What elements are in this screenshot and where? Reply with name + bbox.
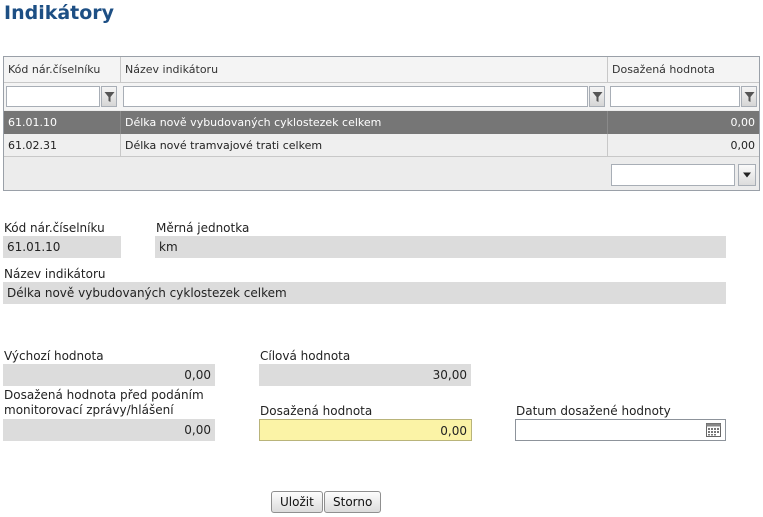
filter-cell-value bbox=[610, 86, 757, 107]
cell-code: 61.02.31 bbox=[4, 134, 121, 157]
cell-name: Délka nově vybudovaných cyklostezek celk… bbox=[121, 111, 608, 134]
unit-field: km bbox=[155, 236, 726, 258]
filter-input-value[interactable] bbox=[610, 86, 740, 107]
column-header-name[interactable]: Název indikátoru bbox=[121, 57, 608, 83]
before-value-field: 0,00 bbox=[3, 419, 215, 441]
before-value-label-line1: Dosažená hodnota před podáním bbox=[4, 388, 204, 402]
column-header-code[interactable]: Kód nár.číselníku bbox=[4, 57, 121, 83]
filter-input-code[interactable] bbox=[6, 86, 100, 107]
filter-button-name[interactable] bbox=[589, 86, 605, 107]
filter-row bbox=[4, 83, 759, 110]
filter-button-value[interactable] bbox=[741, 86, 757, 107]
table-row[interactable]: 61.02.31 Délka nové tramvajové trati cel… bbox=[4, 134, 759, 157]
indicators-grid: Kód nár.číselníku Název indikátoru Dosaž… bbox=[3, 56, 760, 191]
code-label: Kód nár.číselníku bbox=[4, 221, 105, 235]
achieved-value-input[interactable]: 0,00 bbox=[259, 419, 472, 441]
cell-value: 0,00 bbox=[730, 139, 756, 152]
filter-icon bbox=[744, 92, 755, 102]
filter-icon bbox=[592, 92, 603, 102]
grid-header: Kód nár.číselníku Název indikátoru Dosaž… bbox=[4, 57, 759, 83]
table-row[interactable]: 61.01.10 Délka nově vybudovaných cyklost… bbox=[4, 111, 759, 134]
page-size-dropdown-button[interactable] bbox=[738, 164, 756, 186]
unit-label: Měrná jednotka bbox=[156, 221, 250, 235]
name-label: Název indikátoru bbox=[4, 267, 106, 281]
filter-button-code[interactable] bbox=[101, 86, 117, 107]
grid-footer bbox=[4, 158, 759, 190]
cell-code: 61.01.10 bbox=[4, 111, 121, 134]
page-size-select[interactable] bbox=[611, 164, 735, 186]
chevron-down-icon bbox=[743, 172, 751, 178]
filter-cell-code bbox=[6, 86, 118, 107]
date-input[interactable] bbox=[515, 419, 726, 441]
filter-icon bbox=[104, 92, 115, 102]
before-value-label-line2: monitorovací zprávy/hlášení bbox=[4, 403, 174, 417]
date-label: Datum dosažené hodnoty bbox=[516, 404, 671, 418]
filter-input-name[interactable] bbox=[123, 86, 588, 107]
save-button[interactable]: Uložit bbox=[271, 491, 323, 513]
initial-value-field: 0,00 bbox=[3, 364, 215, 386]
calendar-icon[interactable] bbox=[706, 423, 721, 437]
name-field: Délka nově vybudovaných cyklostezek celk… bbox=[3, 282, 726, 304]
cancel-button[interactable]: Storno bbox=[324, 491, 382, 513]
initial-value-label: Výchozí hodnota bbox=[4, 349, 104, 363]
code-field: 61.01.10 bbox=[3, 236, 121, 258]
target-value-field: 30,00 bbox=[259, 364, 471, 386]
cell-name: Délka nové tramvajové trati celkem bbox=[121, 134, 608, 157]
achieved-value-label: Dosažená hodnota bbox=[260, 404, 373, 418]
target-value-label: Cílová hodnota bbox=[260, 349, 351, 363]
column-header-value[interactable]: Dosažená hodnota bbox=[608, 57, 759, 83]
cell-value: 0,00 bbox=[730, 116, 756, 129]
filter-cell-name bbox=[123, 86, 606, 107]
page-title: Indikátory bbox=[4, 2, 115, 24]
